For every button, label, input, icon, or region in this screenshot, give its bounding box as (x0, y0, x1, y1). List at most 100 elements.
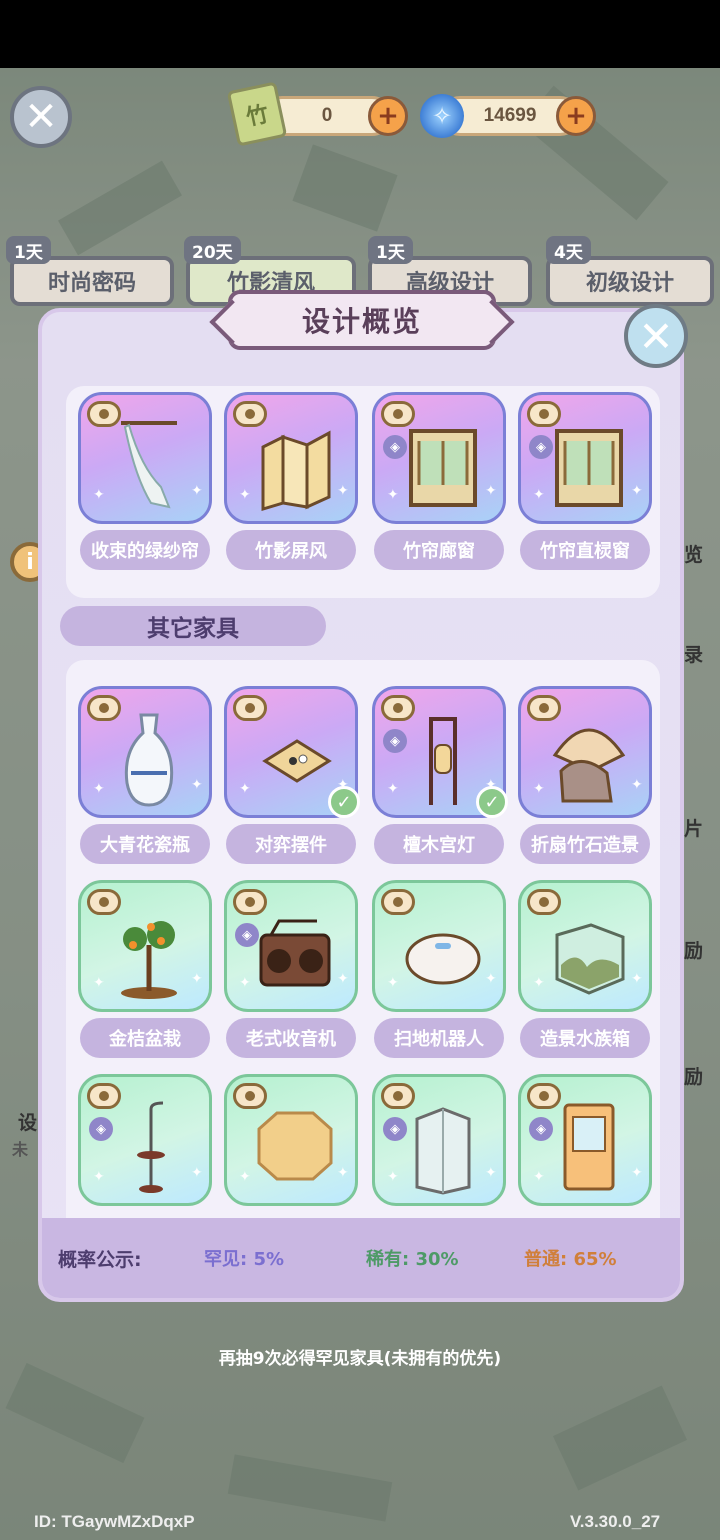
gem-icon: ✧ (420, 94, 464, 138)
sparkle-icon: ✦ (533, 781, 545, 797)
interactive-type-icon: ◈ (383, 1117, 407, 1141)
preview-eye-icon[interactable] (87, 401, 121, 427)
add-tickets-button[interactable]: + (368, 96, 408, 136)
close-icon: ✕ (24, 94, 58, 140)
preview-eye-icon[interactable] (233, 695, 267, 721)
interactive-type-icon: ◈ (89, 1117, 113, 1141)
tab-days-badge: 1天 (368, 236, 413, 264)
design-overview-panel: 其它家具 ✦ ✦ 收束的绿纱帘 ✦ ✦ 竹影屏风 ✦ ✦ ◈ 竹帘廊窗 ✦ ✦ ◈ 竹帘直棂窗 ✦ ✦ 大青花瓷… (38, 308, 684, 1302)
item-card-frame: ✦ ✦ ◈ (224, 880, 358, 1012)
item-card-frame: ✦ ✦ (518, 686, 652, 818)
preview-eye-icon[interactable] (233, 889, 267, 915)
item-card[interactable]: ✦ ✦ 造景水族箱 (518, 880, 652, 1060)
sparkle-icon: ✦ (631, 971, 643, 987)
item-card[interactable]: ✦ ✦ ◈ 竹帘廊窗 (372, 392, 506, 572)
add-gems-button[interactable]: + (556, 96, 596, 136)
item-name: 折扇竹石造景 (520, 824, 650, 864)
go-board-icon (257, 711, 333, 807)
sparkle-icon: ✦ (533, 975, 545, 991)
section-other-furniture: 其它家具 (60, 606, 326, 646)
side-label: 励 (684, 940, 704, 962)
preview-eye-icon[interactable] (527, 401, 561, 427)
sparkle-icon: ✦ (337, 971, 349, 987)
item-card[interactable]: ✦ ✦ 折扇竹石造景 (518, 686, 652, 866)
item-card[interactable]: ✦ ✦ ◈ (372, 1074, 506, 1218)
item-name: 竹影屏风 (226, 530, 356, 570)
side-label: 录 (684, 644, 704, 666)
item-name: 老式收音机 (226, 1018, 356, 1058)
item-card[interactable]: ✦ ✦ 大青花瓷瓶 (78, 686, 212, 866)
interactive-type-icon: ◈ (383, 729, 407, 753)
item-card[interactable]: ✦ ✦ ◈ (78, 1074, 212, 1218)
rug-icon (257, 1099, 333, 1195)
preview-eye-icon[interactable] (527, 1083, 561, 1109)
sparkle-icon: ✦ (337, 483, 349, 499)
gem-count: 14699 (483, 105, 537, 126)
window-icon (551, 417, 627, 513)
close-panel-button[interactable]: ✕ (624, 304, 688, 368)
aquarium-icon (551, 905, 627, 1001)
item-card-frame: ✦ ✦ (78, 392, 212, 524)
window-icon (405, 417, 481, 513)
item-card-frame: ✦ ✦ ◈ (372, 1074, 506, 1206)
item-card[interactable]: ✦ ✦ (224, 1074, 358, 1218)
close-icon: ✕ (638, 311, 674, 361)
item-card[interactable]: ✦ ✦ ◈ ✓ 檀木宫灯 (372, 686, 508, 866)
item-card[interactable]: ✦ ✦ ◈ 竹帘直棂窗 (518, 392, 652, 572)
sparkle-icon: ✦ (239, 487, 251, 503)
item-card[interactable]: ✦ ✦ 竹影屏风 (224, 392, 358, 572)
sparkle-icon: ✦ (239, 975, 251, 991)
sparkle-icon: ✦ (485, 483, 497, 499)
item-card-frame: ✦ ✦ ◈ (78, 1074, 212, 1206)
preview-eye-icon[interactable] (233, 1083, 267, 1109)
preview-eye-icon[interactable] (233, 401, 267, 427)
item-card-frame: ✦ ✦ (224, 392, 358, 524)
sparkle-icon: ✦ (631, 483, 643, 499)
preview-eye-icon[interactable] (381, 401, 415, 427)
sparkle-icon: ✦ (387, 1169, 399, 1185)
robot-vacuum-icon (405, 905, 481, 1001)
preview-eye-icon[interactable] (381, 695, 415, 721)
item-name: 竹帘直棂窗 (520, 530, 650, 570)
interactive-type-icon: ◈ (529, 435, 553, 459)
item-card[interactable]: ✦ ✦ 金桔盆栽 (78, 880, 212, 1060)
back-button[interactable]: ✕ (10, 86, 72, 148)
item-card[interactable]: ✦ ✦ 扫地机器人 (372, 880, 506, 1060)
item-name: 收束的绿纱帘 (80, 530, 210, 570)
item-card[interactable]: ✦ ✦ ◈ (518, 1074, 652, 1218)
item-card-frame: ✦ ✦ ◈ (518, 1074, 652, 1206)
sparkle-icon: ✦ (239, 1169, 251, 1185)
probability-rare: 罕见: 5% (204, 1249, 285, 1270)
item-card[interactable]: ✦ ✦ 收束的绿纱帘 (78, 392, 212, 572)
preview-eye-icon[interactable] (527, 695, 561, 721)
item-card-frame: ✦ ✦ ◈ (372, 392, 506, 524)
sparkle-icon: ✦ (191, 483, 203, 499)
preview-eye-icon[interactable] (87, 1083, 121, 1109)
player-id: ID: TGaywMZxDqxP (34, 1512, 195, 1531)
preview-eye-icon[interactable] (381, 1083, 415, 1109)
sparkle-icon: ✦ (191, 1165, 203, 1181)
claw-machine-icon (551, 1099, 627, 1195)
sparkle-icon: ✦ (191, 777, 203, 793)
fan-rock-icon (551, 711, 627, 807)
shower-icon (405, 1099, 481, 1195)
item-scroll-area[interactable]: 其它家具 ✦ ✦ 收束的绿纱帘 ✦ ✦ 竹影屏风 ✦ ✦ ◈ 竹帘廊窗 ✦ ✦ ◈ 竹帘直棂窗 ✦ ✦ 大青花瓷… (42, 378, 680, 1218)
sparkle-icon: ✦ (387, 487, 399, 503)
ticket-count: 0 (321, 105, 333, 126)
item-card-frame: ✦ ✦ (518, 880, 652, 1012)
preview-eye-icon[interactable] (381, 889, 415, 915)
item-card[interactable]: ✦ ✦ ◈ 老式收音机 (224, 880, 358, 1060)
preview-eye-icon[interactable] (87, 695, 121, 721)
probability-common: 普通: 65% (524, 1249, 617, 1270)
sparkle-icon: ✦ (93, 781, 105, 797)
item-card[interactable]: ✦ ✦ ✓ 对弈摆件 (224, 686, 360, 866)
preview-eye-icon[interactable] (87, 889, 121, 915)
sparkle-icon: ✦ (533, 487, 545, 503)
sparkle-icon: ✦ (387, 975, 399, 991)
preview-eye-icon[interactable] (527, 889, 561, 915)
side-label: 未 (12, 1140, 29, 1159)
sparkle-icon: ✦ (485, 971, 497, 987)
curtain-icon (111, 417, 187, 513)
lamp-icon (405, 711, 481, 807)
tab-days-badge: 20天 (184, 236, 241, 264)
